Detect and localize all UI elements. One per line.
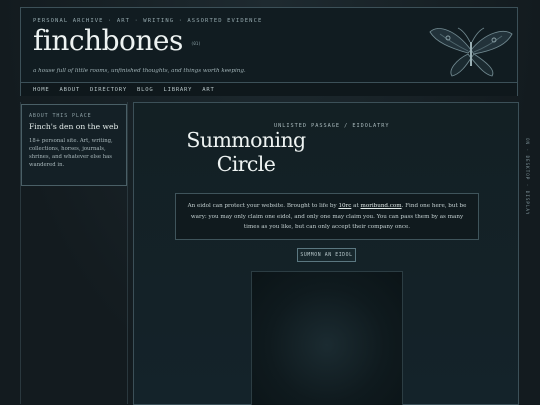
summon-button[interactable]: SUMMON AN EIDOL xyxy=(297,248,356,262)
nav-directory[interactable]: DIRECTORY xyxy=(90,87,127,93)
info-text-1: An eidol can protect your website. Broug… xyxy=(187,203,339,209)
nav-blog[interactable]: BLOG xyxy=(137,87,153,93)
site-link[interactable]: moribund.com xyxy=(361,203,402,209)
about-box: ABOUT THIS PLACE Finch's den on the web … xyxy=(21,104,127,186)
about-label: ABOUT THIS PLACE xyxy=(29,113,92,119)
site-header: PERSONAL ARCHIVE · ART · WRITING · ASSOR… xyxy=(20,7,518,96)
nav-art[interactable]: ART xyxy=(202,87,214,93)
moth-icon xyxy=(429,27,513,77)
main-content: UNLISTED PASSAGE / EIDOLATRY Summoning C… xyxy=(133,102,519,405)
nav-about[interactable]: ABOUT xyxy=(59,87,80,93)
about-description: 18+ personal site. Art, writing, collect… xyxy=(29,138,113,168)
nav-library[interactable]: LIBRARY xyxy=(163,87,192,93)
creator-link[interactable]: 10rc xyxy=(338,203,351,209)
summoning-circle-frame[interactable] xyxy=(251,271,403,405)
page-title: Summoning Circle xyxy=(186,128,306,176)
side-vertical-label: ON · DESKTOP · DISPLAY xyxy=(525,138,530,214)
site-title[interactable]: finchbones xyxy=(33,24,183,57)
about-title: Finch's den on the web xyxy=(29,122,119,131)
main-nav: HOME ABOUT DIRECTORY BLOG LIBRARY ART xyxy=(21,82,517,96)
nav-home[interactable]: HOME xyxy=(33,87,49,93)
info-box: An eidol can protect your website. Broug… xyxy=(175,193,479,240)
title-badge: (01) xyxy=(191,41,201,46)
site-subtitle: a house full of little rooms, unfinished… xyxy=(33,68,246,74)
info-text-2: at xyxy=(351,203,361,209)
